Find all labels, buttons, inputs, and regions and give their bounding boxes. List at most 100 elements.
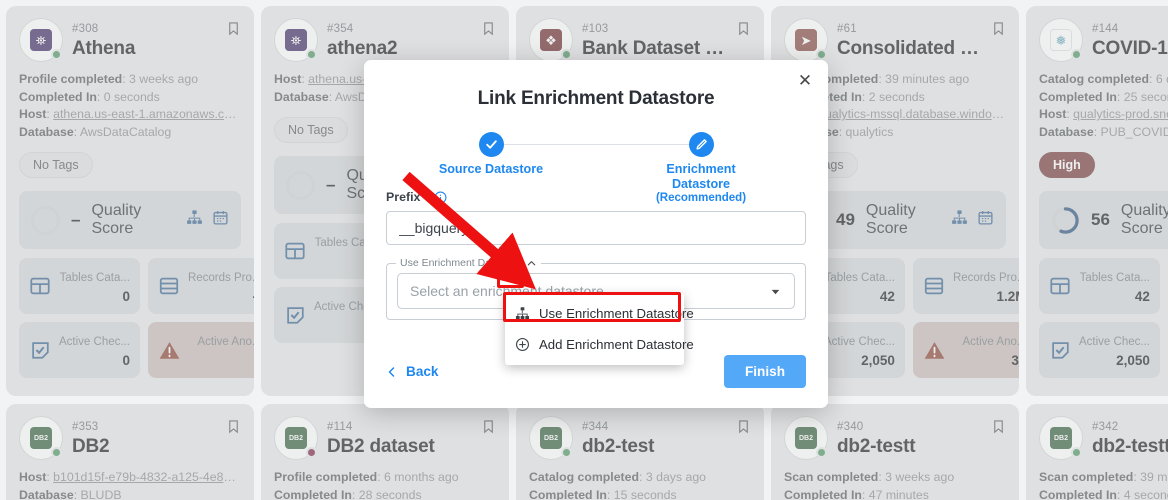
stepper-step-enrichment-datastore[interactable]: Enrichment Datastore (Recommended) [636,132,766,204]
chevron-up-icon[interactable] [526,258,537,269]
metric-tile[interactable]: Tables Cata... 0 [19,258,140,314]
modal-title: Link Enrichment Datastore [477,88,715,109]
finish-button[interactable]: Finish [723,355,806,388]
metric-tile-value: 2,050 [861,353,895,368]
dropdown-item-use-enrichment-datastore[interactable]: Use Enrichment Datastore [505,298,694,329]
calendar-icon[interactable] [212,209,229,231]
avatar: ⛯ [274,18,318,62]
quality-score-value: 56 [1091,210,1110,229]
close-icon[interactable]: ✕ [794,69,816,91]
datastore-card[interactable]: DB2 #344 db2-test Catalog completed: 3 days… [516,404,764,500]
avatar: ⛯ [19,18,63,62]
card-id: #354 [327,23,354,35]
calendar-icon[interactable] [977,209,994,231]
metric-tile-value: 0 [189,353,255,368]
bookmark-icon[interactable] [736,21,751,41]
card-host-link[interactable]: athena.us-east-1.amazonaws.com [53,107,241,121]
bookmark-icon[interactable] [481,21,496,41]
mssql-logo: ➤ [795,29,817,51]
table-icon [284,240,306,262]
stepper-step-source-datastore[interactable]: Source Datastore [426,132,556,177]
score-action-icons [186,209,229,231]
bookmark-icon[interactable] [226,21,241,41]
card-meta-row: Host: athena.us-east-1.amazonaws.com [19,107,241,121]
datastore-card[interactable]: DB2 #340 db2-testt Scan completed: 3 weeks … [771,404,1019,500]
metric-tile[interactable]: Records Pro... -- [147,258,254,314]
datastore-card[interactable]: DB2 #353 DB2 Host: b101d15f-e79b-4832-a125-… [6,404,254,500]
chevron-down-icon[interactable] [769,285,782,298]
status-dot [306,49,317,60]
card-meta: Scan completed: 39 minutes ago Completed … [1039,469,1168,500]
status-dot [561,447,572,458]
datastore-card[interactable]: ⛯ #308 Athena Profile completed: 3 weeks ag… [6,6,254,396]
card-id: #144 [1092,23,1119,35]
card-metric-tiles: Tables Cata...42Records Pro...8MActive C… [1039,258,1168,378]
avatar: ❖ [529,18,573,62]
bookmark-icon[interactable] [481,419,496,439]
card-title: DB2 dataset [327,436,435,457]
metric-tile[interactable]: Tables Cata... 42 [1039,258,1160,314]
quality-score-ring [286,170,315,200]
card-host-link[interactable]: qualytics-prod.snowflakecomput... [1073,107,1168,121]
metric-tile[interactable]: Active Chec... 2,050 [1039,322,1160,378]
card-host-link[interactable]: b101d15f-e79b-4832-a125-4e8d4... [53,470,241,484]
metric-tile-body: Active Chec... 2,050 [1079,332,1150,368]
card-meta-row: Completed In: 25 seconds [1039,89,1168,104]
card-meta-row: Profile completed: 3 weeks ago [19,72,199,86]
bookmark-icon[interactable] [736,419,751,439]
bookmark-icon[interactable] [991,419,1006,439]
metric-tile[interactable]: Records Pro... 1.2M [912,258,1019,314]
metric-tile[interactable]: Active Ano... 31 [912,322,1019,378]
card-meta-row: Database: PUB_COVID19 [1039,124,1168,139]
card-header-text: #114 DB2 dataset [327,416,472,458]
dropdown-item-label: Add Enrichment Datastore [539,337,694,352]
card-host-link[interactable]: qualytics-mssql.database.window... [818,107,1006,121]
card-id: #340 [837,421,864,433]
quality-score-bar: –Quality Score [19,191,241,249]
datastore-card[interactable]: DB2 #114 DB2 dataset Profile completed: 6 m… [261,404,509,500]
card-tag-badge[interactable]: No Tags [19,152,93,178]
plus-circle-icon [515,337,530,352]
card-title: Bank Dataset - ... [582,38,727,59]
metric-tile[interactable]: Active Ano... 0 [147,322,255,378]
card-meta-row: Completed In: 15 seconds [529,487,677,500]
metric-tile[interactable]: Active Chec... 0 [19,322,140,378]
required-marker: • [424,188,430,205]
back-button[interactable]: Back [386,364,439,379]
athena-logo: ⛯ [285,29,307,51]
db2-logo: DB2 [540,427,562,449]
metric-tile-label: Records Pro... [952,272,1019,284]
card-meta-row: Completed In: 47 minutes [784,487,929,500]
stepper-step-sublabel: (Recommended) [655,192,747,204]
enrichment-datastore-select-group: Use Enrichment Datastore Select an enric… [386,257,806,365]
card-header-text: #354 athena2 [327,18,472,60]
card-meta-row: Completed In: 0 seconds [19,89,160,104]
bookmark-icon[interactable] [991,21,1006,41]
select-group-legend[interactable]: Use Enrichment Datastore [396,257,542,269]
avatar: DB2 [1039,416,1083,460]
card-id: #342 [1092,421,1119,433]
quality-score-bar: 56 Quality Score [1039,191,1168,249]
card-tag-badge[interactable]: No Tags [274,117,348,143]
dropdown-item-add-enrichment-datastore[interactable]: Add Enrichment Datastore [505,329,694,360]
enrichment-datastore-dropdown-menu[interactable]: Use Enrichment Datastore Add Enrichment … [505,293,694,365]
quality-score-label: Quality Score [91,202,142,237]
quality-score-ring [1052,206,1079,234]
redshift-logo: ❖ [540,29,562,51]
card-header-text: #61 Consolidated B... [837,18,982,60]
snowflake-logo: ❅ [1050,29,1072,51]
datastore-card[interactable]: DB2 #342 db2-testtt Scan completed: 39 minu… [1026,404,1168,500]
wizard-stepper: Source Datastore Enrichment Datastore (R… [426,132,766,204]
hierarchy-small-icon[interactable] [951,209,968,231]
quality-score-value: – [326,175,336,194]
athena-logo: ⛯ [30,29,52,51]
card-header: ⛯ #308 Athena [19,18,241,62]
card-tag-badge[interactable]: High [1039,152,1095,178]
datastore-card[interactable]: ❅ #144 COVID-19 Catalog completed: 6 days a… [1026,6,1168,396]
warning-icon [923,339,946,362]
bookmark-icon[interactable] [226,419,241,439]
info-icon[interactable] [434,191,447,204]
status-dot [816,447,827,458]
hierarchy-small-icon[interactable] [186,209,203,231]
prefix-input[interactable] [386,211,806,245]
